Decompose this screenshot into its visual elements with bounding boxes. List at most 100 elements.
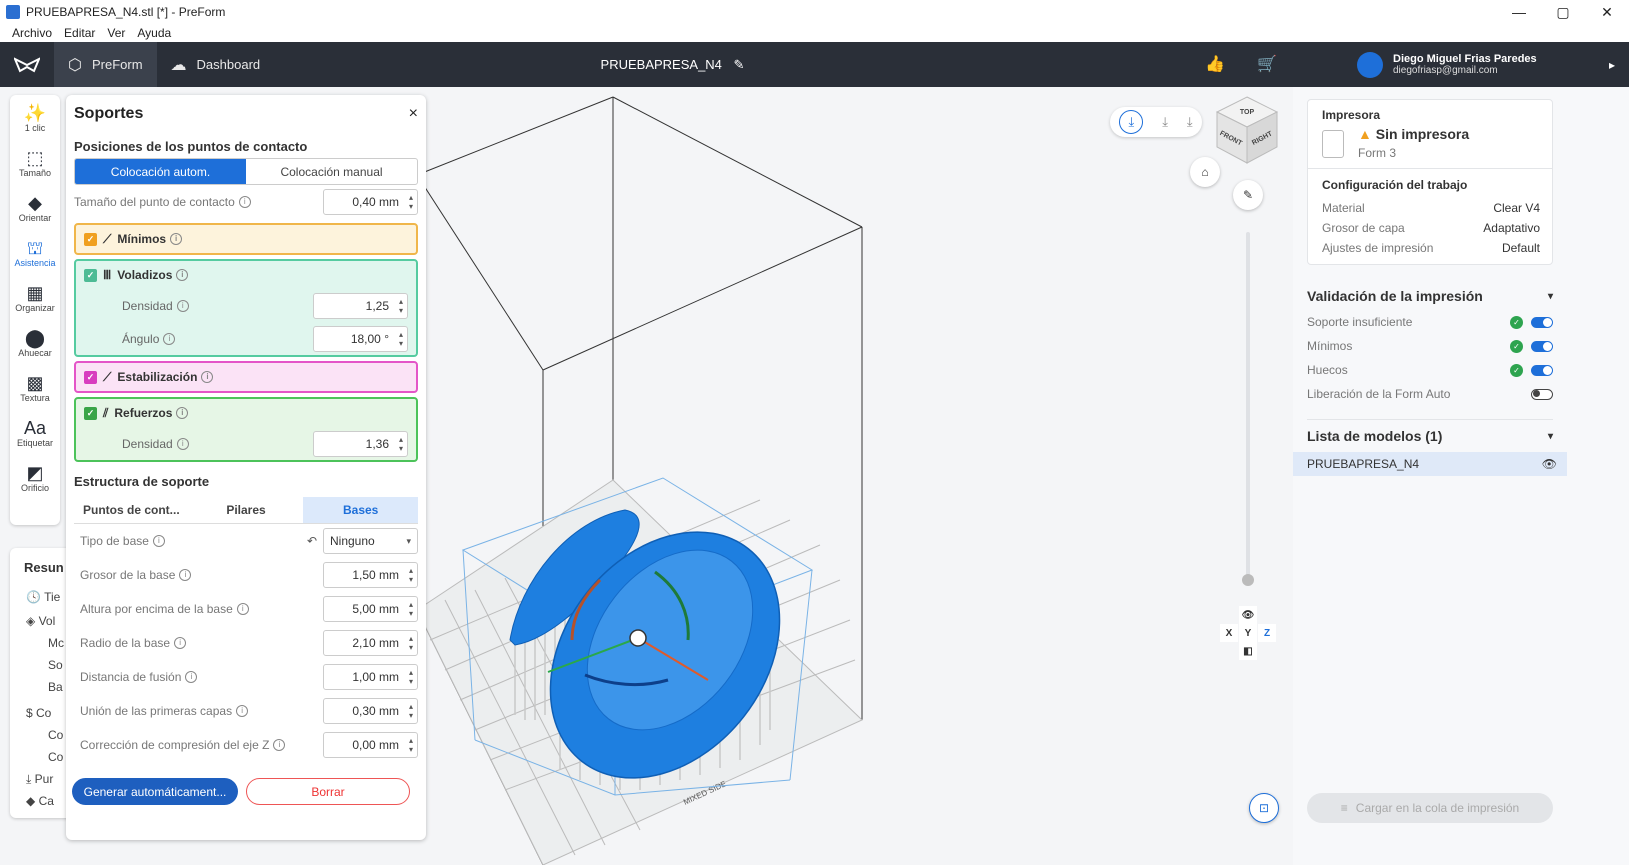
validation-toggle[interactable] bbox=[1531, 364, 1553, 376]
menu-ver[interactable]: Ver bbox=[107, 26, 125, 40]
screenshot-icon[interactable]: ⊡ bbox=[1249, 793, 1279, 823]
view-cube[interactable]: TOP FRONT RIGHT bbox=[1215, 95, 1279, 165]
right-panel: Impresora ▲ Sin impresora Form 3 Configu… bbox=[1293, 87, 1629, 865]
info-icon[interactable]: i bbox=[273, 739, 286, 752]
measure-icon[interactable]: ✎ bbox=[1233, 180, 1263, 210]
app-icon bbox=[6, 5, 20, 19]
thumbs-up-icon[interactable]: 👍 bbox=[1205, 54, 1225, 74]
eye-icon[interactable]: 👁 bbox=[1239, 606, 1257, 624]
early-layer-merge-input[interactable]: 0,30 mm bbox=[323, 698, 418, 724]
maximize-button[interactable]: ▢ bbox=[1541, 0, 1585, 24]
tool-size[interactable]: ⬚ Tamaño bbox=[10, 140, 60, 185]
tab-preform[interactable]: ⬡ PreForm bbox=[54, 42, 157, 87]
info-icon[interactable]: i bbox=[163, 333, 176, 346]
structure-tabs: Puntos de cont... Pilares Bases bbox=[74, 497, 419, 524]
fusion-distance-input[interactable]: 1,00 mm bbox=[323, 664, 418, 690]
models-section: Lista de modelos (1) ▾ bbox=[1307, 419, 1553, 450]
undo-icon[interactable]: ↶ bbox=[307, 534, 317, 548]
tab-bases[interactable]: Bases bbox=[303, 497, 419, 523]
tool-texture[interactable]: ▩ Textura bbox=[10, 365, 60, 410]
menu-archivo[interactable]: Archivo bbox=[12, 26, 52, 40]
overhang-density-input[interactable]: 1,25 bbox=[313, 292, 408, 319]
minimos-checkbox[interactable]: ✓ bbox=[84, 232, 97, 246]
estabilizacion-label: Estabilización bbox=[117, 370, 198, 384]
menu-ayuda[interactable]: Ayuda bbox=[137, 26, 171, 40]
layer-view-icon[interactable]: ◧ bbox=[1239, 642, 1257, 660]
info-icon[interactable]: i bbox=[176, 438, 189, 451]
voladizos-checkbox[interactable]: ✓ bbox=[84, 268, 97, 282]
tool-layout[interactable]: ▦ Organizar bbox=[10, 275, 60, 320]
home-icon[interactable]: ⌂ bbox=[1190, 157, 1220, 187]
tab-dashboard[interactable]: ☁ Dashboard bbox=[157, 42, 275, 87]
validation-section: Validación de la impresión ▾ Soporte insu… bbox=[1307, 282, 1553, 406]
tool-hole[interactable]: ◩ Orificio bbox=[10, 455, 60, 500]
validation-header[interactable]: Validación de la impresión ▾ bbox=[1307, 282, 1553, 310]
tab-pillars[interactable]: Pilares bbox=[189, 497, 304, 523]
layer-slider-handle[interactable] bbox=[1242, 574, 1254, 586]
z-compression-input[interactable]: 0,00 mm bbox=[323, 732, 418, 758]
eye-icon[interactable]: 👁 bbox=[1542, 457, 1557, 471]
user-panel[interactable]: Diego Miguel Frias Paredes diegofriasp@g… bbox=[1345, 42, 1629, 87]
models-header[interactable]: Lista de modelos (1) ▾ bbox=[1307, 422, 1553, 450]
tool-supports[interactable]: ⛫ Asistencia bbox=[10, 230, 60, 275]
info-icon[interactable]: i bbox=[179, 569, 192, 582]
minimize-button[interactable]: — bbox=[1497, 0, 1541, 24]
layer-slider[interactable] bbox=[1246, 232, 1250, 582]
delete-button[interactable]: Borrar bbox=[246, 778, 410, 805]
field-row: Unión de las primeras capas i 0,30 mm bbox=[66, 694, 426, 728]
info-icon[interactable]: i bbox=[176, 407, 189, 419]
overhang-angle-input[interactable]: 18,00 ° bbox=[313, 325, 408, 352]
bracing-density-input[interactable]: 1,36 bbox=[313, 430, 408, 457]
axis-z[interactable]: Z bbox=[1258, 624, 1276, 642]
tool-one-click[interactable]: ✨ 1 clic bbox=[10, 95, 60, 140]
view-mode-2-icon[interactable]: ⤓ bbox=[1162, 114, 1168, 130]
info-icon[interactable]: i bbox=[174, 637, 187, 650]
printer-card[interactable]: Impresora ▲ Sin impresora Form 3 Configu… bbox=[1307, 99, 1553, 265]
chevron-down-icon[interactable]: ▾ bbox=[1548, 291, 1553, 302]
upload-queue-button[interactable]: ≡ Cargar en la cola de impresión bbox=[1307, 793, 1553, 823]
height-above-base-input[interactable]: 5,00 mm bbox=[323, 596, 418, 622]
touchpoint-size-input[interactable]: 0,40 mm bbox=[323, 189, 418, 215]
view-mode-3-icon[interactable]: ⤓ bbox=[1187, 114, 1193, 130]
tool-label[interactable]: Aa Etiquetar bbox=[10, 410, 60, 455]
auto-placement-button[interactable]: Colocación autom. bbox=[75, 159, 246, 184]
info-icon[interactable]: i bbox=[176, 269, 189, 281]
validation-title: Validación de la impresión bbox=[1307, 288, 1483, 304]
estabilizacion-checkbox[interactable]: ✓ bbox=[84, 370, 97, 384]
tool-hollow[interactable]: ⬤ Ahuecar bbox=[10, 320, 60, 365]
info-icon[interactable]: i bbox=[238, 196, 251, 209]
base-thickness-input[interactable]: 1,50 mm bbox=[323, 562, 418, 588]
view-mode-1-icon[interactable]: ⤓ bbox=[1119, 110, 1144, 134]
manual-placement-button[interactable]: Colocación manual bbox=[246, 159, 417, 184]
voladizos-box: ✓ Ⅲ Voladizosi Densidadi1,25 Ánguloi18,0… bbox=[74, 259, 418, 357]
refuerzos-checkbox[interactable]: ✓ bbox=[84, 406, 97, 420]
validation-toggle[interactable] bbox=[1531, 340, 1553, 352]
close-icon[interactable]: × bbox=[409, 105, 418, 123]
info-icon[interactable]: i bbox=[176, 300, 189, 313]
axis-y[interactable]: Y bbox=[1239, 624, 1257, 642]
info-icon[interactable]: i bbox=[236, 705, 249, 718]
info-icon[interactable]: i bbox=[201, 371, 214, 383]
formlabs-logo-icon[interactable] bbox=[0, 42, 54, 87]
tab-touchpoints[interactable]: Puntos de cont... bbox=[74, 497, 189, 523]
chevron-down-icon[interactable]: ▾ bbox=[1548, 431, 1553, 442]
chevron-right-icon[interactable]: ▸ bbox=[1609, 58, 1615, 72]
cloud-icon: ☁ bbox=[170, 56, 187, 74]
list-item[interactable]: PRUEBAPRESA_N4 👁 bbox=[1293, 452, 1567, 476]
edit-pencil-icon[interactable]: ✎ bbox=[734, 57, 745, 72]
validation-toggle[interactable] bbox=[1531, 388, 1553, 400]
top-nav: ⬡ PreForm ☁ Dashboard PRUEBAPRESA_N4 ✎ 👍… bbox=[0, 42, 1345, 87]
info-icon[interactable]: i bbox=[185, 671, 198, 684]
validation-toggle[interactable] bbox=[1531, 316, 1553, 328]
close-button[interactable]: ✕ bbox=[1585, 0, 1629, 24]
base-type-select[interactable]: Ninguno bbox=[323, 528, 418, 554]
auto-generate-button[interactable]: Generar automáticament... bbox=[72, 778, 238, 805]
base-radius-input[interactable]: 2,10 mm bbox=[323, 630, 418, 656]
info-icon[interactable]: i bbox=[170, 233, 183, 245]
cart-icon[interactable]: 🛒 bbox=[1257, 54, 1277, 74]
info-icon[interactable]: i bbox=[152, 535, 165, 548]
axis-x[interactable]: X bbox=[1220, 624, 1238, 642]
info-icon[interactable]: i bbox=[236, 603, 249, 616]
menu-editar[interactable]: Editar bbox=[64, 26, 95, 40]
tool-orient[interactable]: ◆ Orientar bbox=[10, 185, 60, 230]
